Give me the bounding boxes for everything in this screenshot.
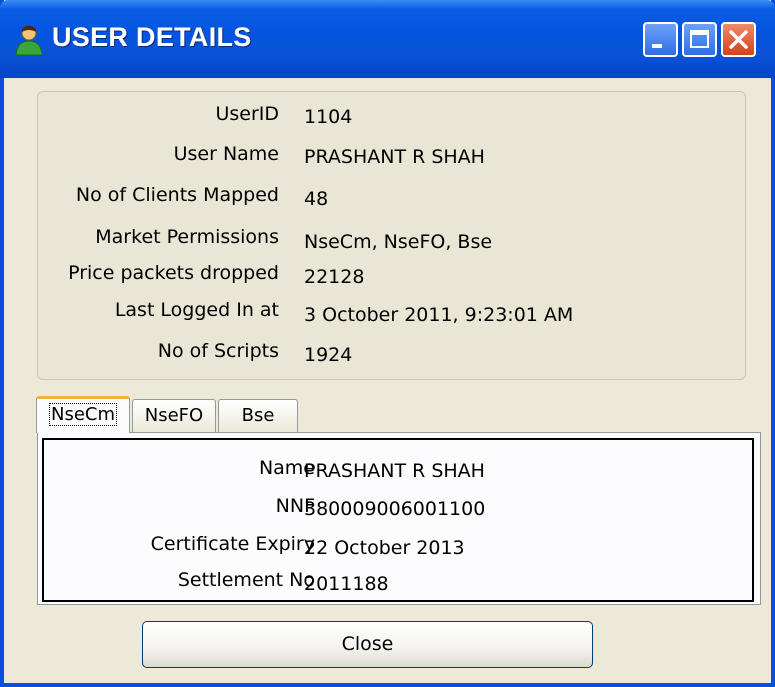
username-label: User Name: [173, 143, 279, 165]
close-window-button[interactable]: [721, 22, 756, 57]
settlement-no-label: Settlement No: [177, 569, 315, 591]
user-info-group: UserID 1104 User Name PRASHANT R SHAH No…: [37, 91, 746, 380]
tab-bse[interactable]: Bse: [218, 399, 298, 432]
userid-value: 1104: [304, 106, 353, 128]
minimize-icon: [652, 44, 662, 48]
maximize-icon: [690, 30, 709, 48]
last-logged-value: 3 October 2011, 9:23:01 AM: [304, 304, 574, 326]
nnf-label: NNF: [275, 495, 315, 517]
tab-bse-label: Bse: [241, 405, 275, 426]
settlement-no-value: 2011188: [304, 573, 389, 595]
user-icon: [15, 25, 43, 56]
tab-nsefo-label: NseFO: [144, 405, 204, 426]
price-packets-value: 22128: [304, 266, 365, 288]
userid-label: UserID: [215, 103, 279, 125]
clients-mapped-label: No of Clients Mapped: [75, 184, 279, 206]
tab-nsefo[interactable]: NseFO: [132, 399, 216, 432]
user-details-window: USER DETAILS UserID 1104 User Name PRASH…: [0, 0, 775, 687]
scripts-value: 1924: [304, 344, 353, 366]
last-logged-label: Last Logged In at: [114, 299, 279, 321]
maximize-button[interactable]: [682, 22, 717, 57]
close-button[interactable]: Close: [142, 621, 593, 668]
username-value: PRASHANT R SHAH: [304, 146, 485, 168]
segment-name-value: PRASHANT R SHAH: [304, 460, 485, 482]
segment-details-box: Name PRASHANT R SHAH NNF 380009006001100…: [42, 438, 754, 602]
nnf-value: 380009006001100: [304, 498, 486, 520]
certificate-expiry-value: 22 October 2013: [304, 537, 465, 559]
market-permissions-value: NseCm, NseFO, Bse: [304, 231, 493, 253]
price-packets-label: Price packets dropped: [68, 262, 279, 284]
tab-nsecm[interactable]: NseCm: [36, 396, 130, 433]
close-icon: [729, 30, 748, 49]
market-permissions-label: Market Permissions: [95, 226, 279, 248]
clients-mapped-value: 48: [304, 188, 329, 210]
scripts-label: No of Scripts: [157, 340, 279, 362]
segment-name-label: Name: [258, 457, 315, 479]
window-title: USER DETAILS: [52, 22, 252, 52]
minimize-button[interactable]: [643, 22, 678, 57]
tab-nsecm-label: NseCm: [48, 403, 118, 426]
certificate-expiry-label: Certificate Expiry: [150, 533, 315, 555]
title-bar[interactable]: USER DETAILS: [0, 0, 775, 78]
